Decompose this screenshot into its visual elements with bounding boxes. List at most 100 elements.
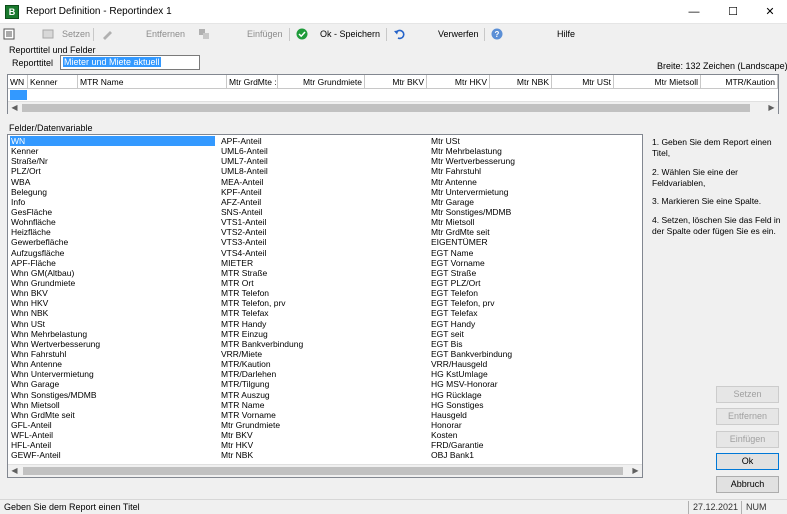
field-item[interactable]: Whn GM(Altbau) [10, 268, 215, 278]
maximize-button[interactable]: ☐ [716, 0, 750, 24]
grid-horizontal-scrollbar[interactable]: ◀ ▶ [8, 101, 778, 114]
field-item[interactable]: EIGENTÜMER [430, 237, 635, 247]
field-item[interactable]: Whn Mehrbelastung [10, 329, 215, 339]
scroll-left-arrow-icon[interactable]: ◀ [8, 102, 21, 114]
report-columns-grid[interactable]: WN Kenner MTR Name Mtr GrdMte : Mtr Grun… [7, 74, 779, 114]
field-item[interactable]: HG KstUmlage [430, 369, 635, 379]
field-item[interactable]: SNS-Anteil [220, 207, 425, 217]
field-item[interactable]: Info [10, 197, 215, 207]
field-item[interactable]: Whn Grundmiete [10, 278, 215, 288]
field-item[interactable]: MTR/Tilgung [220, 379, 425, 389]
ok-button[interactable]: Ok [716, 453, 779, 470]
field-item[interactable]: Hausgeld [430, 410, 635, 420]
field-item[interactable]: UML6-Anteil [220, 146, 425, 156]
field-item[interactable]: Whn HKV [10, 298, 215, 308]
scroll-left-arrow-icon[interactable]: ◀ [8, 465, 21, 477]
grid-column-header[interactable]: Mtr Mietsoll [614, 75, 701, 89]
field-item[interactable]: VTS1-Anteil [220, 217, 425, 227]
field-item[interactable]: MTR Ort [220, 278, 425, 288]
field-item[interactable]: GEWF-Anteil [10, 450, 215, 460]
grid-column-header[interactable]: Mtr USt [552, 75, 614, 89]
field-item[interactable]: Whn Antenne [10, 359, 215, 369]
field-item[interactable]: MTR Handy [220, 319, 425, 329]
field-item[interactable]: Whn Sonstiges/MDMB [10, 390, 215, 400]
field-item[interactable]: Kenner [10, 146, 215, 156]
field-item[interactable]: VTS2-Anteil [220, 227, 425, 237]
field-item[interactable]: EGT Name [430, 248, 635, 258]
field-item[interactable]: HG Sonstiges [430, 400, 635, 410]
field-item[interactable]: MTR Vorname [220, 410, 425, 420]
field-item[interactable]: EGT Straße [430, 268, 635, 278]
field-item[interactable]: Mtr Fahrstuhl [430, 166, 635, 176]
field-item[interactable]: GesFläche [10, 207, 215, 217]
field-item[interactable]: Aufzugsfläche [10, 248, 215, 258]
setzen-button[interactable]: Setzen [716, 386, 779, 403]
field-item[interactable]: MTR Telefax [220, 308, 425, 318]
field-item[interactable]: MTR/Darlehen [220, 369, 425, 379]
field-item[interactable]: Whn Garage [10, 379, 215, 389]
field-item[interactable]: Wohnfläche [10, 217, 215, 227]
field-item[interactable]: WFL-Anteil [10, 430, 215, 440]
field-item[interactable]: UML8-Anteil [220, 166, 425, 176]
field-item[interactable]: MTR/Kaution [220, 359, 425, 369]
field-item[interactable]: Whn Untervermietung [10, 369, 215, 379]
entfernen-button[interactable]: Entfernen [716, 408, 779, 425]
toolbar-verwerfen-button[interactable]: Verwerfen [438, 29, 479, 39]
toolbar-ok-speichern-button[interactable]: Ok - Speichern [320, 29, 380, 39]
field-item[interactable]: MTR Telefon, prv [220, 298, 425, 308]
field-item[interactable]: AFZ-Anteil [220, 197, 425, 207]
field-item[interactable]: EGT Telefax [430, 308, 635, 318]
field-item[interactable]: Mtr Untervermietung [430, 187, 635, 197]
grid-selected-cell[interactable] [10, 90, 27, 100]
grid-column-header[interactable]: Mtr NBK [490, 75, 552, 89]
field-item[interactable]: WBA [10, 177, 215, 187]
grid-column-header[interactable]: Mtr GrdMte : [227, 75, 278, 89]
grid-column-header[interactable]: Kenner [28, 75, 78, 89]
field-item[interactable]: WN [10, 136, 215, 147]
grid-column-header[interactable]: MTR/Kaution [701, 75, 778, 89]
grid-column-header[interactable]: WN [8, 75, 28, 89]
field-item[interactable]: EGT Telefon [430, 288, 635, 298]
toolbar-entfernen-button[interactable]: Entfernen [146, 29, 185, 39]
toolbar-setzen-button[interactable]: Setzen [62, 29, 90, 39]
field-item[interactable]: MTR Auszug [220, 390, 425, 400]
toolbar-einfuegen-button[interactable]: Einfügen [247, 29, 283, 39]
field-item[interactable]: Kosten [430, 430, 635, 440]
field-item[interactable]: MTR Telefon [220, 288, 425, 298]
field-item[interactable]: PLZ/Ort [10, 166, 215, 176]
field-item[interactable]: Mtr Antenne [430, 177, 635, 187]
field-item[interactable]: EGT Telefon, prv [430, 298, 635, 308]
field-item[interactable]: VRR/Hausgeld [430, 359, 635, 369]
field-item[interactable]: EGT Vorname [430, 258, 635, 268]
field-item[interactable]: Whn Mietsoll [10, 400, 215, 410]
field-item[interactable]: Whn BKV [10, 288, 215, 298]
field-item[interactable]: EGT PLZ/Ort [430, 278, 635, 288]
field-item[interactable]: HG MSV-Honorar [430, 379, 635, 389]
field-item[interactable]: HFL-Anteil [10, 440, 215, 450]
report-title-input[interactable]: Mieter und Miete aktuell [60, 55, 200, 70]
field-item[interactable]: Mtr BKV [220, 430, 425, 440]
scroll-right-arrow-icon[interactable]: ▶ [765, 102, 778, 114]
field-item[interactable]: Heizfläche [10, 227, 215, 237]
field-item[interactable]: Belegung [10, 187, 215, 197]
field-item[interactable]: GFL-Anteil [10, 420, 215, 430]
minimize-button[interactable]: — [677, 0, 711, 24]
field-item[interactable]: Gewerbefläche [10, 237, 215, 247]
grid-column-header[interactable]: Mtr Grundmiete [278, 75, 365, 89]
abbruch-button[interactable]: Abbruch [716, 476, 779, 493]
field-item[interactable]: Straße/Nr [10, 156, 215, 166]
field-item[interactable]: OBJ Bank1 [430, 450, 635, 460]
field-item[interactable]: Whn NBK [10, 308, 215, 318]
field-item[interactable]: Mtr GrdMte seit [430, 227, 635, 237]
field-item[interactable]: APF-Fläche [10, 258, 215, 268]
field-item[interactable]: MTR Name [220, 400, 425, 410]
field-item[interactable]: Whn GrdMte seit [10, 410, 215, 420]
field-item[interactable]: VTS4-Anteil [220, 248, 425, 258]
field-item[interactable]: MIETER [220, 258, 425, 268]
field-item[interactable]: Mtr Sonstiges/MDMB [430, 207, 635, 217]
field-item[interactable]: Mtr Wertverbesserung [430, 156, 635, 166]
field-item[interactable]: EGT Bis [430, 339, 635, 349]
field-item[interactable]: APF-Anteil [220, 136, 425, 146]
grid-column-header[interactable]: Mtr BKV [365, 75, 427, 89]
field-item[interactable]: Whn Wertverbesserung [10, 339, 215, 349]
